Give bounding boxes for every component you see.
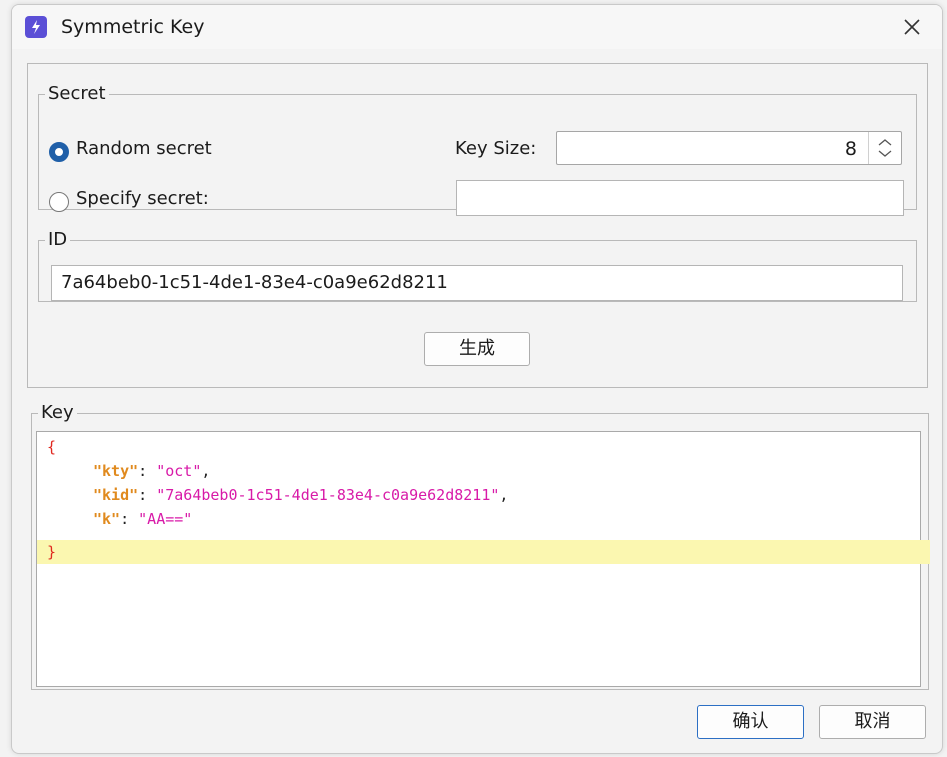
code-line: "kty": "oct", [37, 459, 942, 483]
code-line: "kid": "7a64beb0-1c51-4de1-83e4-c0a9e62d… [37, 483, 942, 507]
id-group: ID 7a64beb0-1c51-4de1-83e4-c0a9e62d8211 [38, 230, 917, 302]
specify-secret-label: Specify secret: [76, 188, 209, 209]
json-key: "kty" [93, 462, 139, 480]
id-input[interactable]: 7a64beb0-1c51-4de1-83e4-c0a9e62d8211 [51, 265, 903, 301]
json-comma: , [499, 486, 509, 504]
code-line-close-current: } [37, 540, 930, 564]
json-sep: : [138, 462, 157, 480]
settings-panel: Secret Random secret Key Size: 8 Specify… [27, 63, 928, 388]
json-value: "oct" [156, 462, 202, 480]
key-size-value: 8 [844, 138, 857, 160]
id-legend: ID [48, 229, 68, 250]
specify-secret-input[interactable] [456, 180, 904, 216]
specify-secret-radio[interactable] [49, 192, 69, 212]
lightning-app-icon [25, 16, 47, 38]
random-secret-radio[interactable] [49, 142, 69, 162]
open-brace: { [47, 438, 57, 456]
code-line: "k": "AA==" [37, 507, 942, 531]
random-secret-label: Random secret [76, 138, 212, 159]
window-title: Symmetric Key [61, 16, 205, 38]
key-size-spinbox[interactable]: 8 [556, 131, 902, 165]
json-value: "7a64beb0-1c51-4de1-83e4-c0a9e62d8211" [156, 486, 500, 504]
close-button[interactable] [882, 5, 942, 49]
code-line-open: { [37, 435, 930, 459]
json-key: "k" [93, 510, 121, 528]
key-legend: Key [41, 402, 74, 423]
spin-arrows-icon[interactable] [868, 132, 901, 164]
json-sep: : [120, 510, 139, 528]
json-key: "kid" [93, 486, 139, 504]
symmetric-key-dialog: Symmetric Key Secret Random secret Key S… [11, 4, 943, 754]
secret-legend: Secret [48, 83, 106, 104]
close-icon [904, 19, 920, 35]
json-sep: : [138, 486, 157, 504]
title-bar: Symmetric Key [12, 5, 942, 49]
key-size-label: Key Size: [455, 138, 537, 159]
json-comma: , [201, 462, 211, 480]
cancel-button[interactable]: 取消 [819, 705, 926, 739]
json-value: "AA==" [138, 510, 193, 528]
ok-button[interactable]: 确认 [697, 705, 804, 739]
key-json-editor[interactable]: { "kty": "oct", "kid": "7a64beb0-1c51-4d… [36, 431, 930, 687]
generate-button[interactable]: 生成 [424, 332, 530, 366]
close-brace: } [47, 543, 57, 561]
secret-group: Secret Random secret Key Size: 8 Specify… [38, 83, 917, 216]
